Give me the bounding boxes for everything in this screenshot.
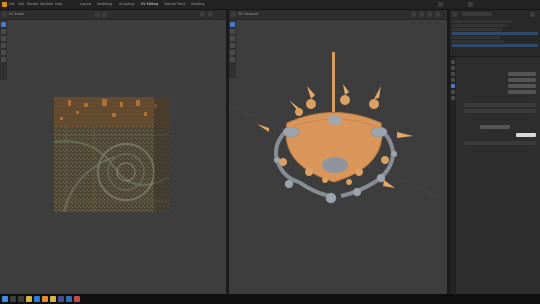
uv-toolbar — [0, 20, 7, 80]
bowl-center-ornament — [322, 157, 348, 173]
outliner-row-selected[interactable] — [452, 44, 538, 47]
uv-editor-header: UV Editor — [0, 10, 226, 20]
shading-solid-icon[interactable] — [419, 12, 424, 17]
folder-icon[interactable] — [50, 296, 56, 302]
property-section[interactable] — [464, 141, 536, 145]
property-field[interactable] — [508, 84, 536, 88]
property-field[interactable] — [508, 78, 536, 82]
filter-icon[interactable] — [530, 12, 535, 17]
tab-layout[interactable]: Layout — [80, 2, 91, 7]
outliner-row[interactable] — [452, 24, 507, 27]
scene-tab-icon[interactable] — [451, 78, 455, 82]
start-icon[interactable] — [2, 296, 8, 302]
select-icon[interactable] — [1, 22, 6, 27]
editor-type-icon[interactable] — [231, 12, 236, 17]
move-icon[interactable] — [1, 29, 6, 34]
tab-modeling[interactable]: Modeling — [97, 2, 112, 7]
property-section[interactable] — [464, 103, 536, 107]
explorer-icon[interactable] — [26, 296, 32, 302]
properties-panel — [450, 57, 540, 294]
blender-icon[interactable] — [42, 296, 48, 302]
property-section[interactable] — [464, 109, 536, 113]
output-tab-icon[interactable] — [451, 72, 455, 76]
viewport-header: 3D Viewport — [229, 10, 447, 20]
modifier-tab-icon[interactable] — [451, 90, 455, 94]
menu-window[interactable]: Window — [40, 2, 53, 7]
property-field[interactable] — [508, 72, 536, 76]
color-swatch[interactable] — [516, 133, 536, 137]
menu-edit[interactable]: Edit — [18, 2, 24, 7]
outliner-row-selected[interactable] — [452, 32, 538, 35]
view-layer-icon[interactable] — [468, 2, 473, 7]
outliner-search-input[interactable] — [462, 12, 492, 16]
rotate-icon[interactable] — [1, 36, 6, 41]
tab-shading[interactable]: Shading — [191, 2, 204, 7]
outliner-panel — [450, 10, 540, 56]
shading-rendered-icon[interactable] — [435, 12, 440, 17]
tab-texture-paint[interactable]: Texture Paint — [164, 2, 185, 7]
outliner-row[interactable] — [452, 28, 502, 31]
uv-editor-title: UV Editor — [9, 12, 25, 16]
render-tab-icon[interactable] — [451, 66, 455, 70]
mail-icon[interactable] — [66, 296, 72, 302]
menu-file[interactable]: File — [9, 2, 15, 7]
outliner-row[interactable] — [452, 36, 500, 39]
view-menu-icon[interactable] — [208, 12, 213, 17]
property-field[interactable] — [480, 125, 510, 129]
scene-selector-icon[interactable] — [438, 2, 443, 7]
shading-material-icon[interactable] — [427, 12, 432, 17]
top-center-ornament — [328, 115, 342, 125]
overlay-icon[interactable] — [200, 12, 205, 17]
menu-help[interactable]: Help — [55, 2, 63, 7]
tool-tab-icon[interactable] — [451, 60, 455, 64]
outliner-row[interactable] — [452, 40, 504, 43]
overlay-icon[interactable] — [411, 12, 416, 17]
scale-icon[interactable] — [1, 43, 6, 48]
outliner-row[interactable] — [452, 20, 512, 23]
annotate-icon[interactable] — [1, 50, 6, 55]
media-icon[interactable] — [74, 296, 80, 302]
image-new-icon[interactable] — [102, 12, 107, 17]
material-tab-icon[interactable] — [451, 96, 455, 100]
property-field[interactable] — [508, 90, 536, 94]
taskview-icon[interactable] — [18, 296, 24, 302]
viewport-title: 3D Viewport — [238, 12, 259, 16]
store-icon[interactable] — [58, 296, 64, 302]
grab-icon[interactable] — [1, 57, 6, 62]
search-icon[interactable] — [10, 296, 16, 302]
tab-sculpting[interactable]: Sculpting — [119, 2, 134, 7]
browser-icon[interactable] — [34, 296, 40, 302]
uv-texture-image — [54, 97, 169, 212]
image-browse-icon[interactable] — [95, 12, 100, 17]
chandelier-model[interactable] — [229, 20, 447, 294]
tab-uv-editing[interactable]: UV Editing — [141, 2, 158, 7]
top-menu-bar: File Edit Render Window Help Layout Mode… — [0, 0, 540, 10]
editor-type-icon[interactable] — [452, 12, 457, 17]
editor-type-icon[interactable] — [2, 12, 7, 17]
properties-tabs — [450, 57, 456, 294]
menu-render[interactable]: Render — [27, 2, 39, 7]
blender-logo-icon[interactable] — [2, 2, 7, 7]
os-taskbar — [0, 294, 540, 304]
object-tab-icon[interactable] — [451, 84, 455, 88]
